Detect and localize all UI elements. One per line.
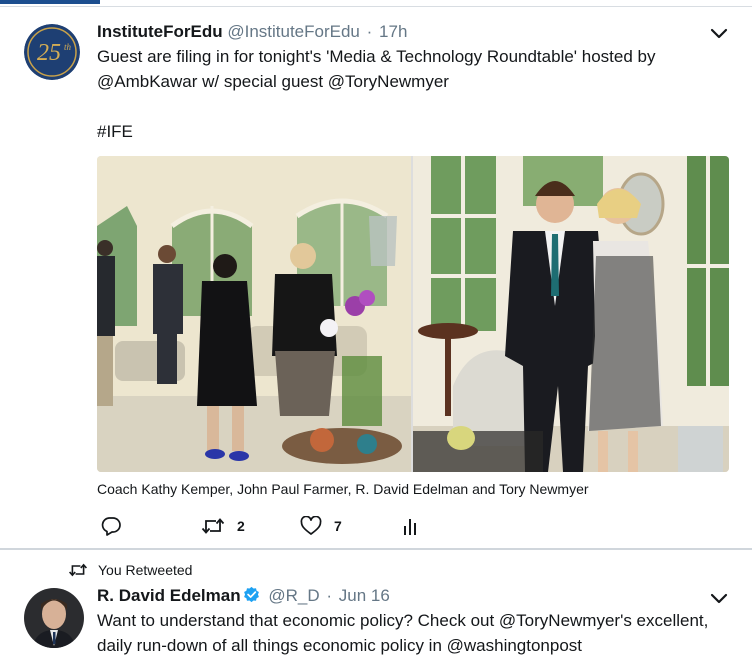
tweet-header: InstituteForEdu @InstituteForEdu · 17h [97, 22, 407, 42]
photo-left[interactable] [97, 156, 411, 472]
tweet-institute[interactable]: 25 th InstituteForEdu @InstituteForEdu ·… [0, 8, 752, 548]
svg-text:th: th [64, 42, 72, 52]
retweet-icon [201, 518, 225, 534]
chevron-down-icon[interactable] [710, 28, 728, 40]
svg-text:25: 25 [37, 40, 61, 66]
separator: · [326, 586, 333, 605]
avatar-instituteforedu[interactable]: 25 th [24, 24, 80, 80]
retweet-button[interactable]: 2 [201, 514, 245, 538]
media-caption: Coach Kathy Kemper, John Paul Farmer, R.… [97, 481, 589, 497]
chevron-down-icon[interactable] [710, 593, 728, 605]
user-handle[interactable]: @R_D [268, 586, 319, 605]
tweet-text-line: Want to understand that economic policy?… [97, 611, 709, 630]
display-name[interactable]: R. David Edelman [97, 586, 241, 605]
display-name[interactable]: InstituteForEdu [97, 22, 223, 41]
tweet-actions: 2 7 [97, 514, 497, 538]
reply-button[interactable] [101, 514, 121, 538]
tweet-timestamp[interactable]: 17h [379, 22, 407, 41]
media-grid [97, 156, 729, 472]
separator: · [366, 22, 373, 41]
analytics-icon [404, 519, 416, 535]
tweet-header: R. David Edelman @R_D · Jun 16 [97, 586, 390, 606]
retweet-icon [68, 563, 88, 577]
header-border [0, 6, 752, 7]
tweet-text-line: @AmbKawar w/ special guest @ToryNewmyer [97, 72, 449, 91]
tweet-text-line: daily run-down of all things economic po… [97, 636, 583, 655]
photo-right[interactable] [413, 156, 729, 472]
user-handle[interactable]: @InstituteForEdu [227, 22, 360, 41]
like-count: 7 [334, 518, 342, 534]
tweet-text: Guest are filing in for tonight's 'Media… [97, 44, 737, 144]
like-button[interactable]: 7 [300, 514, 342, 538]
tweet-text: Want to understand that economic policy?… [97, 608, 737, 658]
heart-icon [300, 516, 322, 535]
active-tab-indicator [0, 0, 100, 4]
hashtag-link[interactable]: #IFE [97, 119, 737, 144]
retweet-count: 2 [237, 518, 245, 534]
tweet-timestamp[interactable]: Jun 16 [339, 586, 390, 605]
tweet-text-line: Guest are filing in for tonight's 'Media… [97, 47, 656, 66]
top-rule [0, 0, 752, 8]
avatar-rdavidedelman[interactable] [24, 588, 84, 648]
reply-icon [101, 517, 121, 536]
retweet-context: You Retweeted [68, 562, 192, 578]
analytics-button[interactable] [402, 514, 418, 538]
retweet-context-label: You Retweeted [98, 562, 193, 578]
tweet-edelman[interactable]: You Retweeted R. David Edelman @R_D · Ju… [0, 550, 752, 668]
verified-badge-icon [243, 586, 259, 603]
